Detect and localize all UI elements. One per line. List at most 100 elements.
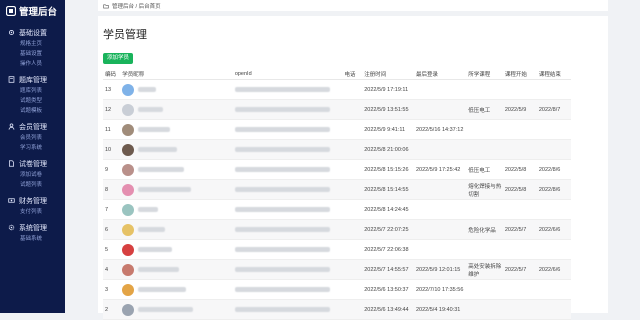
- sidebar-item[interactable]: 规格主页: [0, 39, 65, 49]
- cell-nickname: [120, 299, 233, 320]
- avatar: [122, 243, 135, 256]
- table-row[interactable]: 3 2022/5/6 13:50:37 2022/7/10 17:35:56: [103, 279, 571, 300]
- column-header[interactable]: 所学课程: [466, 69, 503, 80]
- sidebar-item[interactable]: 操作人员: [0, 59, 65, 69]
- table-row[interactable]: 10 2022/5/8 21:00:06: [103, 139, 571, 160]
- page-title: 学员管理: [103, 29, 147, 41]
- table-row[interactable]: 4 2022/5/7 14:55:57 2022/5/9 12:01:15 高处安装拆…: [103, 259, 571, 280]
- cell-id: 10: [103, 139, 121, 160]
- cell-register-time: 2022/5/8 15:15:26: [362, 159, 414, 180]
- cell-course-end: 2022/6/6: [536, 259, 571, 280]
- sidebar-group-title[interactable]: 会员管理: [0, 120, 65, 133]
- sidebar-item[interactable]: 试题类型: [0, 96, 65, 106]
- cell-course-start: 2022/5/7: [502, 219, 537, 240]
- avatar: [122, 83, 135, 96]
- cell-register-time: 2022/5/8 15:14:55: [362, 179, 414, 200]
- sidebar-group-title[interactable]: 试卷管理: [0, 157, 65, 170]
- cell-phone: [342, 119, 363, 140]
- cell-register-time: 2022/5/8 14:24:45: [362, 199, 414, 220]
- table-row[interactable]: 2 2022/5/6 13:49:44 2022/5/4 19:40:31: [103, 299, 571, 320]
- sidebar-group-title[interactable]: 题库管理: [0, 73, 65, 86]
- sidebar-group-title[interactable]: 基础设置: [0, 26, 65, 39]
- breadcrumb-text[interactable]: 管理后台 / 后台首页: [112, 2, 161, 10]
- cell-id: 11: [103, 119, 121, 140]
- cell-id: 4: [103, 259, 121, 280]
- avatar: [122, 203, 135, 216]
- table-header-row: 编码 学员昵称 openId 电话 注册时间 最后登录 所学课程 课程开始 课程结束: [103, 69, 571, 80]
- table-row[interactable]: 6 2022/5/7 22:07:25 危险化学品 2022/5/7 2022/6/6: [103, 219, 571, 240]
- cell-register-time: 2022/5/7 14:55:57: [362, 259, 414, 280]
- cell-id: 8: [103, 179, 121, 200]
- sidebar-item[interactable]: 题库列表: [0, 86, 65, 96]
- cell-course-start: [502, 279, 537, 300]
- avatar: [122, 263, 135, 276]
- cell-course-start: [502, 239, 537, 260]
- sidebar-item[interactable]: 试题列表: [0, 180, 65, 190]
- brand[interactable]: 管理后台: [0, 0, 65, 22]
- cell-openid: [232, 219, 343, 240]
- cell-register-time: 2022/5/6 13:50:37: [362, 279, 414, 300]
- sidebar-item[interactable]: 试题模板: [0, 106, 65, 116]
- column-header[interactable]: 电话: [342, 69, 363, 80]
- table-row[interactable]: 13 2022/5/9 17:19:11: [103, 79, 571, 100]
- cell-course-end: [536, 299, 571, 320]
- book-icon: [8, 76, 15, 83]
- sidebar: 管理后台 基础设置 规格主页 基础设置 操作人员 题库管理 题库列表 试题类型 试题模板 会员管…: [0, 0, 65, 313]
- redacted-nickname: [138, 307, 194, 312]
- redacted-nickname: [138, 107, 164, 112]
- column-header[interactable]: 编码: [103, 69, 121, 80]
- redacted-openid: [234, 86, 330, 92]
- sidebar-item[interactable]: 基础设置: [0, 49, 65, 59]
- column-header[interactable]: 学员昵称: [120, 69, 233, 80]
- cell-nickname: [120, 279, 233, 300]
- column-header[interactable]: 课程结束: [536, 69, 571, 80]
- cell-course-end: [536, 239, 571, 260]
- cell-course: [466, 199, 503, 220]
- cell-course-start: [502, 119, 537, 140]
- cell-id: 7: [103, 199, 121, 220]
- cell-openid: [232, 99, 343, 120]
- cell-course-start: 2022/5/8: [502, 179, 537, 200]
- table-row[interactable]: 5 2022/5/7 22:06:38: [103, 239, 571, 260]
- cell-course-start: [502, 79, 537, 100]
- redacted-openid: [234, 226, 330, 232]
- cell-course-end: [536, 279, 571, 300]
- cell-course: [466, 119, 503, 140]
- sidebar-item[interactable]: 会员列表: [0, 133, 65, 143]
- sidebar-item[interactable]: 基础系统: [0, 234, 65, 244]
- cell-register-time: 2022/5/9 17:19:11: [362, 79, 414, 100]
- cell-openid: [232, 299, 343, 320]
- redacted-openid: [234, 126, 330, 132]
- cell-nickname: [120, 259, 233, 280]
- column-header[interactable]: 课程开始: [502, 69, 537, 80]
- avatar: [122, 103, 135, 116]
- sidebar-group-title[interactable]: 财务管理: [0, 194, 65, 207]
- cell-phone: [342, 99, 363, 120]
- redacted-nickname: [138, 267, 180, 272]
- cell-phone: [342, 279, 363, 300]
- cell-openid: [232, 79, 343, 100]
- sidebar-group-title[interactable]: 系统管理: [0, 221, 65, 234]
- column-header[interactable]: 注册时间: [362, 69, 414, 80]
- cell-course: 低压电工: [466, 159, 503, 180]
- column-header[interactable]: 最后登录: [413, 69, 467, 80]
- cell-course-start: 2022/5/7: [502, 259, 537, 280]
- settings-icon: [8, 29, 15, 36]
- cell-course-start: [502, 299, 537, 320]
- cell-id: 3: [103, 279, 121, 300]
- table-row[interactable]: 7 2022/5/8 14:24:45: [103, 199, 571, 220]
- table-row[interactable]: 9 2022/5/8 15:15:26 2022/5/9 17:25:42 低压电工 2…: [103, 159, 571, 180]
- cell-last-login: [413, 139, 467, 160]
- add-student-button[interactable]: 添加学员: [103, 53, 134, 64]
- sidebar-item[interactable]: 支付列表: [0, 207, 65, 217]
- table-row[interactable]: 8 2022/5/8 15:14:55 熔化焊接与热切割 2022/5/8 2022/8…: [103, 179, 571, 200]
- cell-course-start: [502, 199, 537, 220]
- column-header[interactable]: openId: [232, 69, 343, 80]
- redacted-nickname: [138, 147, 178, 152]
- cell-openid: [232, 179, 343, 200]
- redacted-nickname: [138, 187, 192, 192]
- table-row[interactable]: 12 2022/5/9 13:51:55 低压电工 2022/5/9 2022/8/7: [103, 99, 571, 120]
- sidebar-item[interactable]: 学习系统: [0, 143, 65, 153]
- table-row[interactable]: 11 2022/5/9 9:41:11 2022/5/16 14:37:12: [103, 119, 571, 140]
- sidebar-item[interactable]: 添加试卷: [0, 170, 65, 180]
